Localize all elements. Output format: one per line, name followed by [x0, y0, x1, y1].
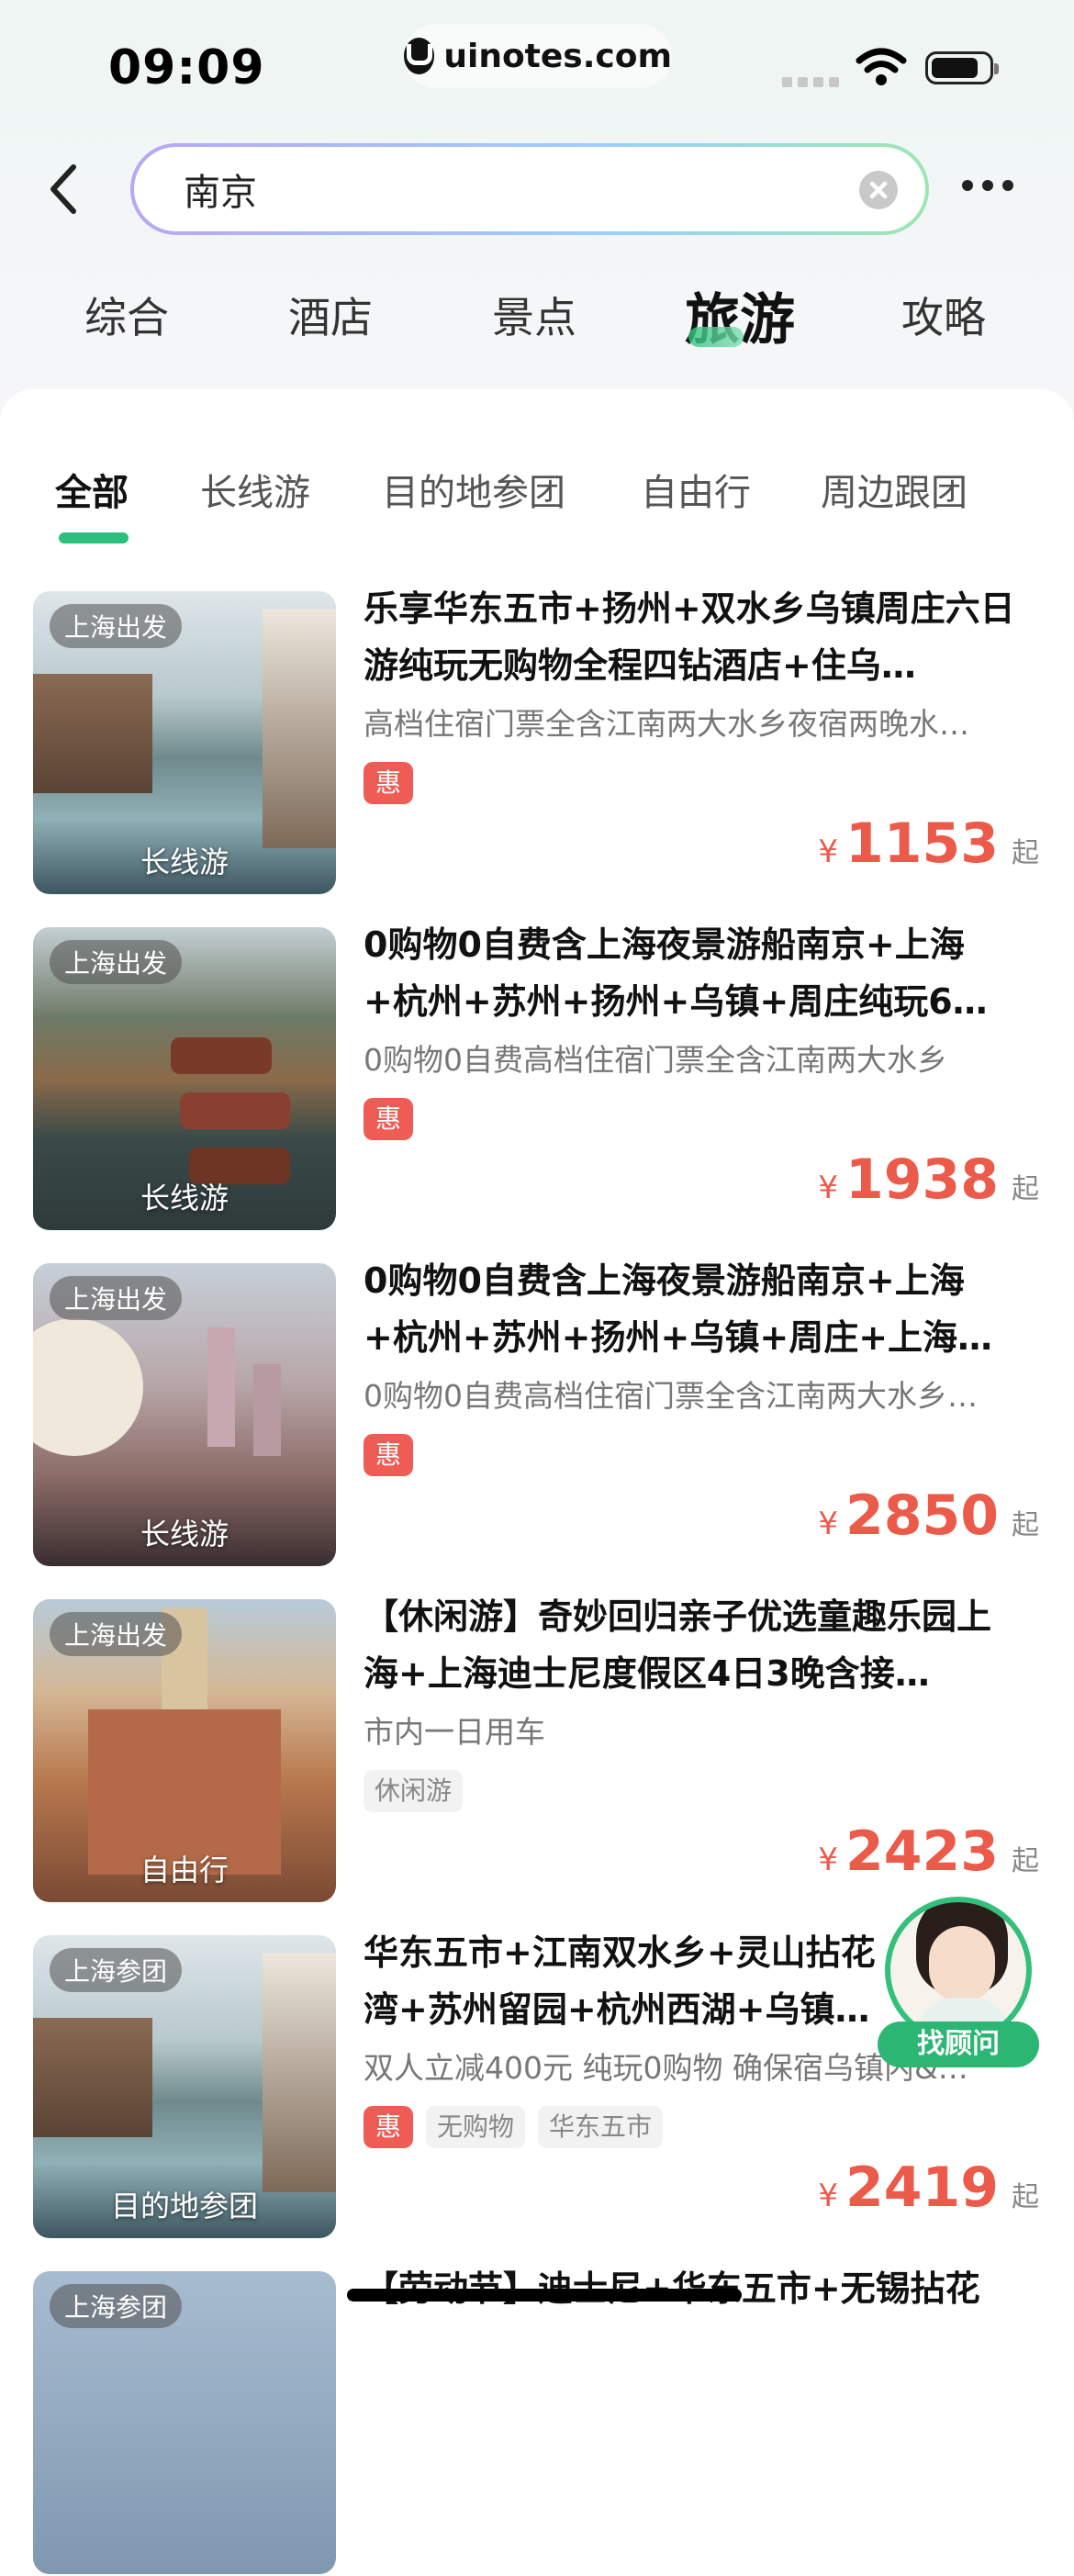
price-value: 1938 — [845, 1148, 999, 1212]
price-suffix: 起 — [1012, 2181, 1039, 2213]
tab-hotel[interactable]: 酒店 — [288, 285, 373, 345]
tour-type-label: 长线游 — [140, 1181, 229, 1215]
search-box[interactable] — [130, 143, 929, 235]
list-item[interactable]: 上海出发 长线游 乐享华东五市+扬州+双水乡乌镇周庄六日游纯玩无购物全程四钻酒店… — [0, 588, 1074, 896]
url-pill[interactable]: uinotes.com — [404, 24, 672, 88]
search-input[interactable] — [182, 167, 736, 211]
tour-image: 上海参团 — [33, 2271, 336, 2574]
filter-tab-independent[interactable]: 自由行 — [641, 463, 751, 516]
tour-subtitle: 高档住宿门票全含江南两大水乡夜宿两晚水… — [364, 706, 969, 742]
price-suffix: 起 — [1012, 1509, 1039, 1541]
tour-image: 上海出发 长线游 — [33, 591, 336, 894]
more-options-icon[interactable] — [962, 180, 1013, 191]
category-tabs: 综合 酒店 景点 旅游 攻略 — [0, 275, 1074, 367]
departure-badge: 上海出发 — [50, 604, 183, 648]
clear-icon[interactable] — [859, 171, 898, 209]
price-value: 2850 — [845, 1484, 999, 1548]
tour-title: 0购物0自费含上海夜景游船南京+上海+杭州+苏州+扬州+乌镇+周庄纯玩6… — [364, 924, 988, 1022]
currency-symbol: ¥ — [818, 1842, 838, 1878]
tour-tag: 休闲游 — [364, 1770, 464, 1812]
discount-tag: 惠 — [364, 2106, 413, 2148]
tour-image: 上海参团 目的地参团 — [33, 1935, 336, 2238]
price: ¥ 2423 起 — [818, 1820, 1039, 1884]
currency-symbol: ¥ — [818, 1170, 838, 1206]
list-item[interactable]: 上海出发 长线游 0购物0自费含上海夜景游船南京+上海+杭州+苏州+扬州+乌镇+… — [0, 924, 1074, 1232]
tab-scenic-spots[interactable]: 景点 — [492, 285, 576, 345]
price-suffix: 起 — [1012, 1173, 1039, 1205]
tour-title: 乐享华东五市+扬州+双水乡乌镇周庄六日游纯玩无购物全程四钻酒店+住乌… — [364, 588, 1015, 686]
consultant-label: 找顾问 — [878, 2022, 1039, 2067]
home-indicator — [347, 2289, 742, 2302]
back-arrow-icon[interactable] — [46, 162, 83, 217]
consultant-button[interactable]: 找顾问 — [878, 1897, 1039, 2067]
tab-guides[interactable]: 攻略 — [901, 285, 986, 345]
battery-icon — [925, 51, 999, 84]
tour-type-label: 长线游 — [140, 1517, 229, 1551]
discount-tag: 惠 — [364, 762, 413, 804]
discount-tag: 惠 — [364, 1098, 413, 1140]
cellular-signal-icon — [782, 77, 839, 87]
tour-tag: 无购物 — [426, 2106, 526, 2148]
filter-tab-destination-group[interactable]: 目的地参团 — [382, 463, 565, 516]
departure-badge: 上海出发 — [50, 940, 183, 984]
filter-tabs: 全部 长线游 目的地参团 自由行 周边跟团 — [0, 463, 1074, 536]
tour-image: 上海出发 长线游 — [33, 927, 336, 1230]
tour-type-label: 长线游 — [140, 845, 229, 879]
list-item[interactable]: 上海出发 自由行 【休闲游】奇妙回归亲子优选童趣乐园上海+上海迪士尼度假区4日3… — [0, 1596, 1074, 1904]
tour-image: 上海出发 自由行 — [33, 1599, 336, 1902]
list-item[interactable]: 上海出发 长线游 0购物0自费含上海夜景游船南京+上海+杭州+苏州+扬州+乌镇+… — [0, 1260, 1074, 1568]
filter-tab-nearby-group[interactable]: 周边跟团 — [821, 463, 968, 516]
tour-image: 上海出发 长线游 — [33, 1263, 336, 1566]
active-tab-indicator — [688, 327, 744, 347]
filter-tab-all[interactable]: 全部 — [55, 463, 129, 516]
site-logo-icon — [404, 38, 435, 74]
tour-type-label: 目的地参团 — [110, 2189, 258, 2223]
tour-subtitle: 0购物0自费高档住宿门票全含江南两大水乡… — [364, 1378, 978, 1414]
price-suffix: 起 — [1012, 837, 1039, 869]
price-suffix: 起 — [1012, 1845, 1039, 1877]
price: ¥ 2419 起 — [818, 2156, 1039, 2220]
filter-tab-long-trip[interactable]: 长线游 — [200, 463, 310, 516]
url-text: uinotes.com — [443, 37, 672, 75]
price: ¥ 1153 起 — [818, 812, 1039, 876]
currency-symbol: ¥ — [818, 834, 838, 870]
active-filter-indicator — [59, 532, 129, 543]
tour-subtitle: 0购物0自费高档住宿门票全含江南两大水乡 — [364, 1042, 947, 1078]
discount-tag: 惠 — [364, 1434, 413, 1476]
currency-symbol: ¥ — [818, 2178, 838, 2214]
price-value: 1153 — [845, 812, 999, 876]
currency-symbol: ¥ — [818, 1506, 838, 1542]
departure-badge: 上海出发 — [50, 1612, 183, 1656]
tour-title: 【休闲游】奇妙回归亲子优选童趣乐园上海+上海迪士尼度假区4日3晚含接… — [364, 1596, 992, 1694]
wifi-icon — [856, 48, 907, 85]
price: ¥ 1938 起 — [818, 1148, 1039, 1212]
tour-type-label: 自由行 — [140, 1853, 229, 1887]
tour-subtitle: 市内一日用车 — [364, 1714, 545, 1750]
status-time: 09:09 — [108, 40, 265, 95]
price-value: 2423 — [845, 1820, 999, 1884]
tour-tag: 华东五市 — [538, 2106, 664, 2148]
tour-title: 华东五市+江南双水乡+灵山拈花湾+苏州留园+杭州西湖+乌镇6日跟团游 — [364, 1932, 876, 2030]
departure-badge: 上海出发 — [50, 1276, 183, 1320]
price-value: 2419 — [845, 2156, 999, 2220]
tab-comprehensive[interactable]: 综合 — [84, 285, 169, 345]
price: ¥ 2850 起 — [818, 1484, 1039, 1548]
departure-badge: 上海参团 — [50, 2284, 183, 2328]
tour-title: 0购物0自费含上海夜景游船南京+上海+杭州+苏州+扬州+乌镇+周庄+上海… — [364, 1260, 993, 1358]
list-item[interactable]: 上海参团 【劳动节】迪士尼+华东五市+无锡拈花 — [0, 2268, 1074, 2576]
departure-badge: 上海参团 — [50, 1948, 183, 1992]
